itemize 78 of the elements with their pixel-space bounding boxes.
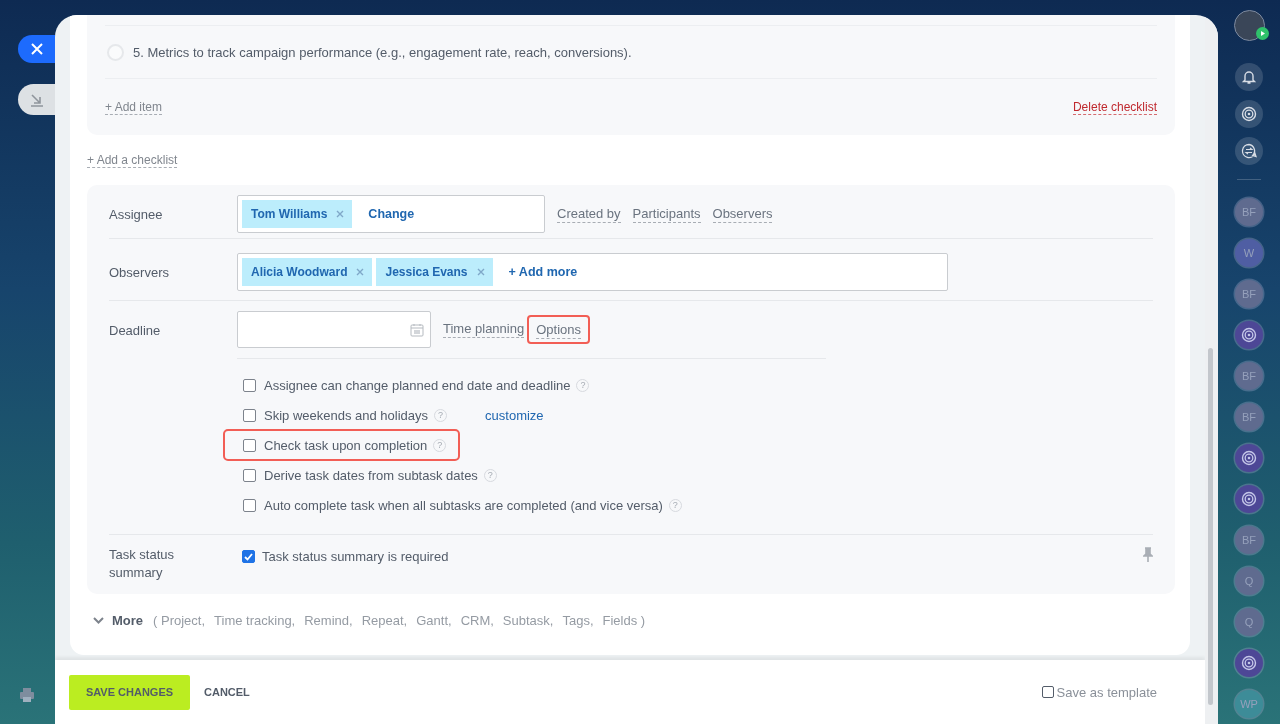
more-section-link[interactable]: Repeat, bbox=[361, 612, 408, 628]
delete-checklist-link[interactable]: Delete checklist bbox=[1072, 99, 1157, 115]
bell-icon bbox=[1241, 69, 1257, 85]
checkbox[interactable] bbox=[243, 408, 256, 422]
close-icon bbox=[30, 43, 43, 55]
customize-link[interactable]: customize bbox=[485, 407, 544, 423]
option-label: Check task upon completion bbox=[264, 437, 428, 453]
chevron-down-icon bbox=[93, 616, 104, 624]
deadline-field[interactable] bbox=[237, 311, 431, 348]
field-label: Observers bbox=[109, 264, 170, 280]
checkbox[interactable] bbox=[1041, 686, 1054, 698]
checklist-item-text: 5. Metrics to track campaign performance (e.g., engagement rate, reach, conversions). bbox=[133, 44, 632, 60]
remove-icon bbox=[356, 268, 365, 276]
more-toggle[interactable]: More bbox=[93, 612, 144, 628]
chat-avatar[interactable] bbox=[1235, 444, 1263, 472]
pin-icon bbox=[1143, 547, 1153, 563]
remove-icon bbox=[476, 268, 485, 276]
chat-avatar[interactable] bbox=[1235, 321, 1263, 349]
save-changes-button[interactable]: SAVE CHANGES bbox=[69, 674, 190, 710]
field-label: Deadline bbox=[109, 322, 162, 340]
person-chip[interactable]: Jessica Evans bbox=[376, 258, 493, 286]
chat-button[interactable] bbox=[1235, 137, 1263, 165]
checkbox[interactable] bbox=[243, 378, 256, 392]
chat-avatar[interactable]: WP bbox=[1235, 690, 1263, 718]
chat-icon bbox=[1241, 143, 1257, 159]
spiral-icon bbox=[1241, 450, 1257, 466]
assignee-field[interactable]: Tom Williams Change bbox=[237, 195, 545, 233]
checkbox[interactable] bbox=[242, 550, 255, 563]
add-more-link[interactable]: + Add more bbox=[508, 265, 578, 279]
checkmark-icon bbox=[244, 552, 253, 561]
person-chip[interactable]: Alicia Woodward bbox=[242, 258, 373, 286]
deadline-link[interactable]: Time planning bbox=[443, 321, 525, 338]
change-link[interactable]: Change bbox=[368, 207, 415, 221]
option-label: Derive task dates from subtask dates bbox=[264, 467, 478, 483]
notifications-button[interactable] bbox=[1235, 63, 1263, 91]
remove-icon bbox=[336, 210, 345, 218]
chat-avatar[interactable] bbox=[1235, 649, 1263, 677]
activity-button[interactable] bbox=[1235, 100, 1263, 128]
chat-avatar[interactable] bbox=[1235, 485, 1263, 513]
more-section-link[interactable]: Tags, bbox=[562, 612, 594, 628]
more-section-link[interactable]: Subtask, bbox=[502, 612, 554, 628]
role-link[interactable]: Created by bbox=[557, 205, 621, 223]
checkbox[interactable] bbox=[243, 468, 256, 482]
option-label: Assignee can change planned end date and deadline bbox=[264, 377, 571, 393]
printer-icon bbox=[19, 687, 35, 703]
close-button[interactable] bbox=[18, 35, 55, 63]
play-icon bbox=[1255, 27, 1269, 40]
cancel-button[interactable]: CANCEL bbox=[196, 686, 258, 698]
more-section-link[interactable]: ( Project, bbox=[153, 612, 206, 628]
chat-avatar[interactable]: W bbox=[1235, 239, 1263, 267]
more-section-link[interactable]: Gantt, bbox=[416, 612, 452, 628]
more-section-link[interactable]: Fields ) bbox=[602, 612, 646, 628]
person-chip[interactable]: Tom Williams bbox=[242, 200, 353, 228]
spiral-icon bbox=[1241, 655, 1257, 671]
option-label: Skip weekends and holidays bbox=[264, 407, 429, 423]
minimize-button[interactable] bbox=[18, 84, 55, 115]
field-label: Task status summary bbox=[109, 546, 176, 582]
arrow-down-right-icon bbox=[29, 92, 44, 107]
role-link[interactable]: Participants bbox=[632, 205, 701, 223]
checkbox[interactable] bbox=[243, 498, 256, 512]
add-checklist-link[interactable]: + Add a checklist bbox=[87, 152, 178, 168]
checkbox[interactable] bbox=[243, 438, 256, 452]
option-label: Task status summary is required bbox=[262, 549, 449, 564]
more-section-link[interactable]: Remind, bbox=[304, 612, 353, 628]
option-label: Auto complete task when all subtasks are completed (and vice versa) bbox=[264, 497, 663, 513]
spiral-icon bbox=[1241, 491, 1257, 507]
spiral-icon bbox=[1241, 106, 1257, 122]
calendar-icon bbox=[410, 322, 424, 337]
add-item-link[interactable]: + Add item bbox=[105, 99, 163, 115]
spiral-icon bbox=[1241, 327, 1257, 343]
role-link[interactable]: Observers bbox=[712, 205, 773, 223]
deadline-link[interactable]: Options bbox=[536, 322, 581, 339]
scrollbar[interactable] bbox=[1208, 348, 1213, 705]
more-section-link[interactable]: CRM, bbox=[460, 612, 494, 628]
checkbox-label: Save as template bbox=[1056, 684, 1157, 700]
more-section-link[interactable]: Time tracking, bbox=[214, 612, 296, 628]
field-label: Assignee bbox=[109, 206, 164, 222]
observers-field[interactable]: Alicia Woodward Jessica Evans + Add more bbox=[237, 253, 948, 291]
